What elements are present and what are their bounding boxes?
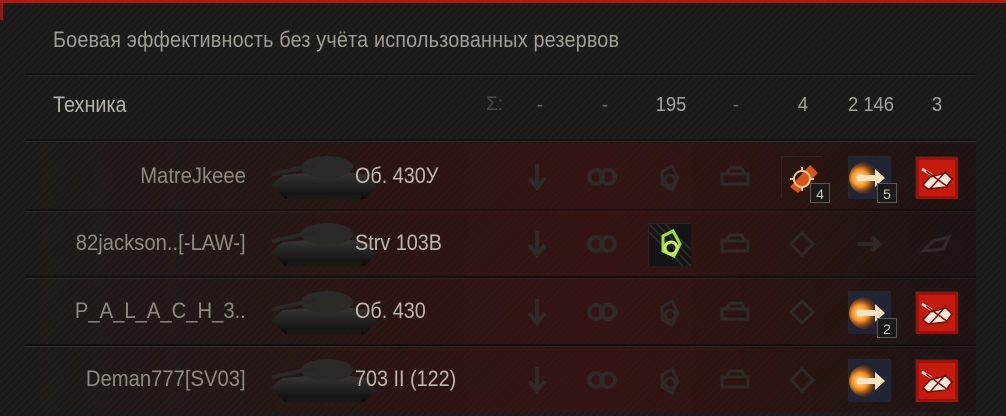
damage-dealt-icon[interactable] (848, 359, 891, 402)
kills-icon[interactable] (915, 291, 958, 334)
tracking-assist-icon (714, 156, 756, 198)
total-assist: - (601, 94, 609, 116)
damage-assist-icon (581, 156, 623, 198)
tank-name: Об. 430 (355, 298, 426, 323)
damage-assist-icon (581, 359, 623, 401)
total-tracking: - (732, 94, 740, 116)
vehicle-column-header: Техника (53, 92, 127, 117)
tracking-assist-icon (714, 291, 756, 333)
damage-dealt-icon (848, 223, 890, 265)
sigma-label: Σ: (486, 94, 504, 115)
count-badge: 2 (877, 318, 897, 338)
base-capture-icon (781, 359, 823, 401)
total-spotted: - (536, 94, 544, 116)
table-row: MatreJkeee Об. 430У 4 5 (25, 143, 976, 209)
kills-icon[interactable] (915, 156, 958, 199)
damage-dealt-icon[interactable]: 2 (848, 291, 897, 338)
tracking-assist-icon (714, 223, 756, 265)
kills-icon[interactable] (915, 359, 958, 402)
damage-assist-icon (581, 291, 623, 333)
tank-name: Об. 430У (355, 163, 439, 188)
panel-title: Боевая эффективность без учёта использов… (53, 27, 620, 52)
total-crits: 195 (655, 94, 687, 116)
crits-icon (648, 359, 690, 401)
base-capture-icon (781, 291, 823, 333)
title-divider (25, 73, 976, 76)
spotted-icon (516, 223, 558, 265)
damage-assist-icon (581, 223, 623, 265)
spotted-icon (516, 156, 558, 198)
damage-dealt-icon[interactable]: 5 (848, 156, 897, 203)
base-capture-icon (781, 223, 823, 265)
total-damage: 2 146 (847, 94, 895, 116)
header-divider (25, 139, 976, 142)
crits-icon (648, 156, 690, 198)
player-name: P_A_L_A_C_H_3.. (74, 298, 246, 323)
count-badge: 5 (877, 183, 897, 203)
kills-icon (915, 223, 957, 265)
total-capture: 4 (797, 94, 809, 116)
table-row: Deman777[SV03] 703 II (122) (25, 346, 976, 412)
left-accent-line (0, 0, 3, 20)
top-accent-line (0, 0, 1006, 3)
tank-name: 703 II (122) (355, 366, 457, 391)
player-name: 82jackson..[-LAW-] (76, 230, 246, 255)
crits-icon (648, 291, 690, 333)
count-badge: 4 (810, 183, 830, 203)
tracking-assist-icon (714, 359, 756, 401)
player-name: Deman777[SV03] (86, 366, 246, 391)
base-capture-icon[interactable]: 4 (781, 156, 830, 203)
tank-name: Strv 103B (355, 230, 442, 255)
table-row: P_A_L_A_C_H_3.. Об. 430 2 (25, 278, 976, 344)
spotted-icon (516, 359, 558, 401)
crits-icon[interactable] (648, 223, 692, 267)
player-name: MatreJkeee (140, 163, 246, 188)
table-row: 82jackson..[-LAW-] Strv 103B (25, 210, 976, 276)
total-kills: 3 (931, 94, 943, 116)
spotted-icon (516, 291, 558, 333)
